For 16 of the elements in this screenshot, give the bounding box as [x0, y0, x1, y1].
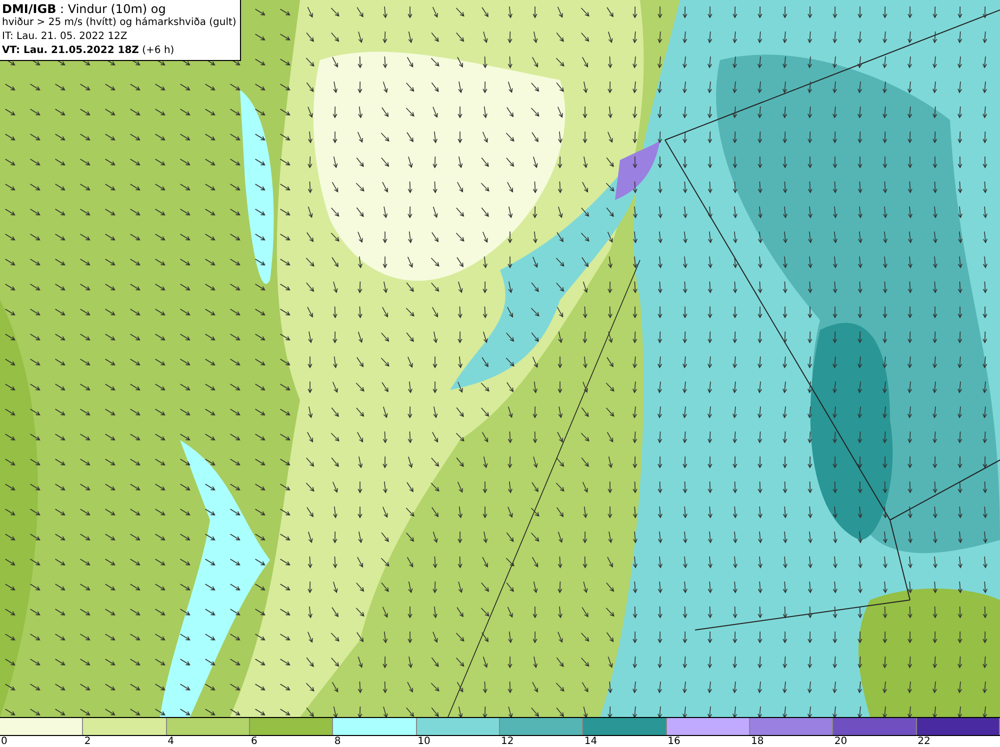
tick-label: 10	[418, 736, 430, 747]
tick-label: 0	[1, 736, 8, 747]
tick-label: 2	[84, 736, 91, 747]
tick-label: 12	[501, 736, 514, 747]
tick-label: 14	[584, 736, 598, 747]
tick-label: 18	[751, 736, 764, 747]
tick-label: 20	[834, 736, 848, 747]
tick-label: 8	[334, 736, 341, 747]
title-line: VT: Lau. 21.05.2022 18Z (+6 h)	[2, 44, 176, 58]
tick-label: 4	[168, 736, 174, 747]
title-line: IT: Lau. 21. 05. 2022 12Z	[2, 30, 128, 44]
tick-label: 6	[251, 736, 258, 747]
title-line: hviður > 25 m/s (hvítt) og hámarkshviða (gult)	[2, 16, 236, 30]
tick-label: 22	[918, 736, 930, 747]
tick-label: 16	[668, 736, 680, 747]
title-line: DMI/IGB : Vindur (10m) og	[2, 2, 167, 16]
